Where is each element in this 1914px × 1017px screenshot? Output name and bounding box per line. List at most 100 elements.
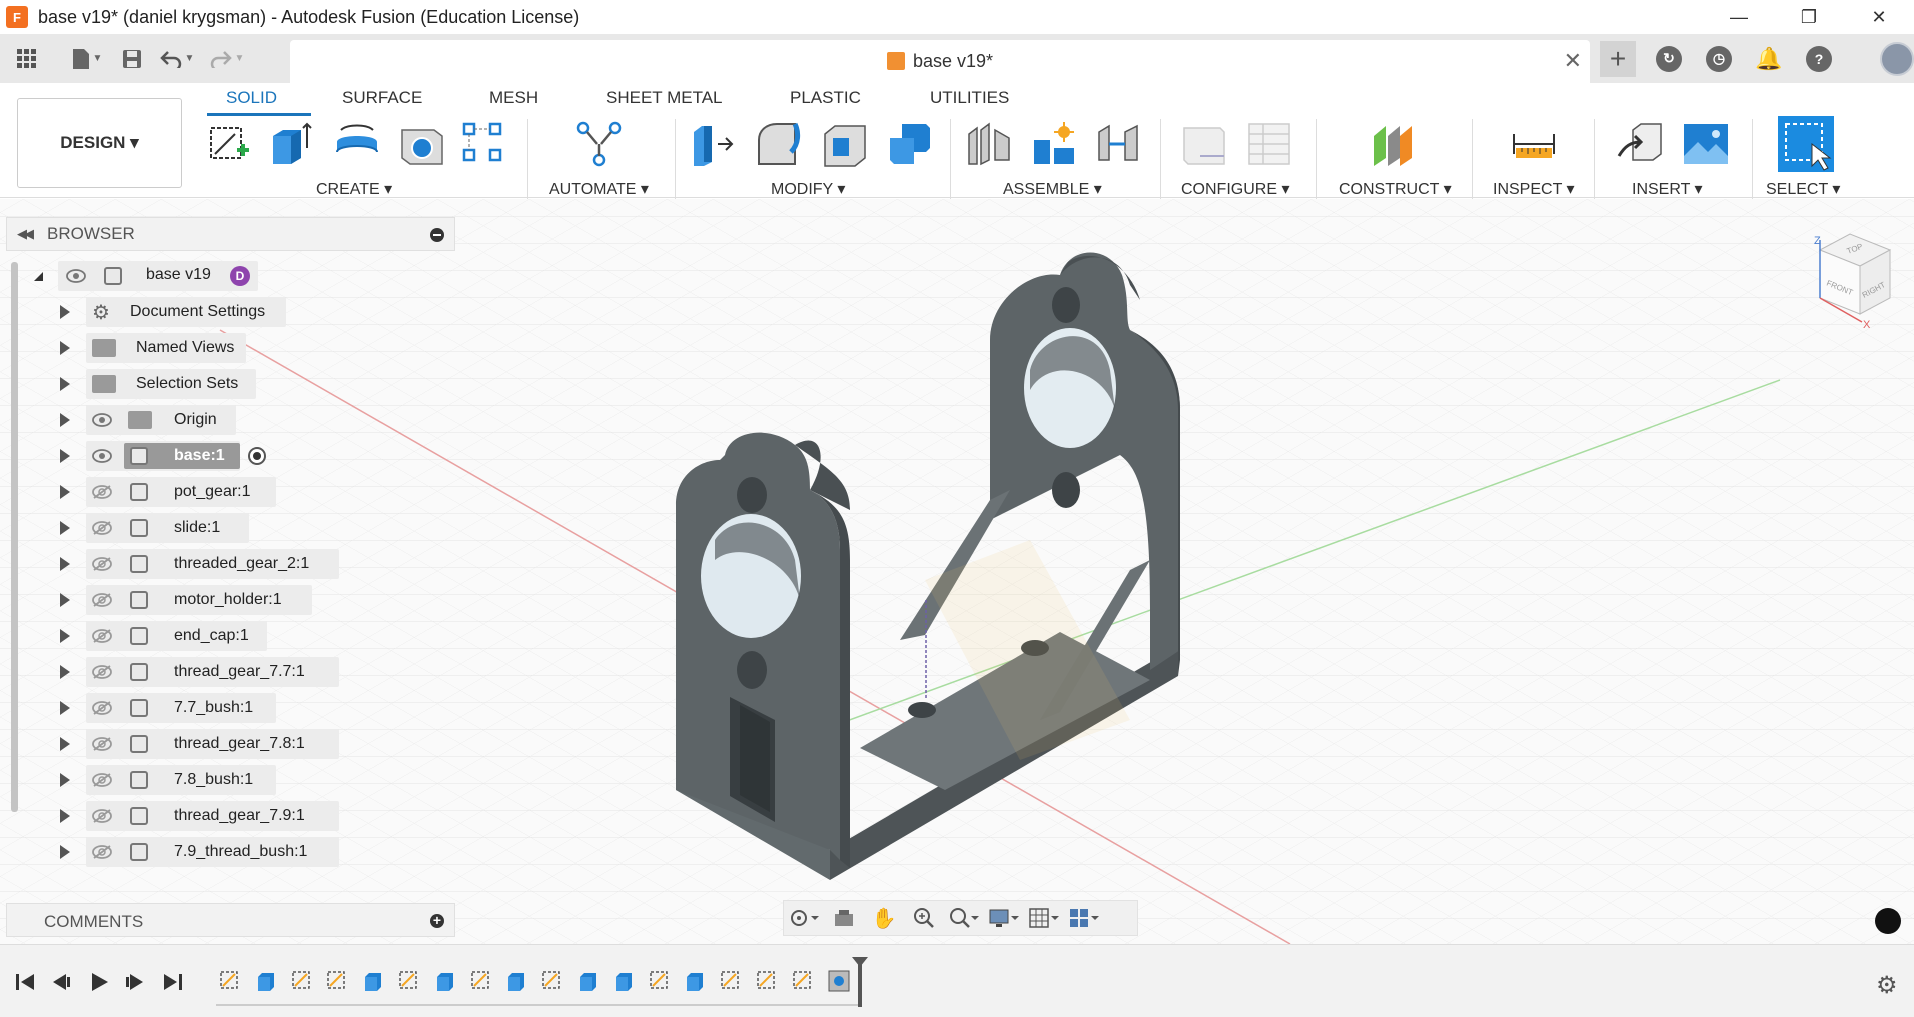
- expand-arrow-icon[interactable]: [60, 773, 70, 787]
- sketch-palette-icon[interactable]: [1875, 908, 1901, 934]
- notifications-bell-icon[interactable]: 🔔: [1755, 46, 1782, 72]
- press-pull-icon[interactable]: [690, 120, 738, 168]
- timeline-sketch-icon[interactable]: [648, 969, 672, 993]
- timeline-extrude-icon[interactable]: [612, 969, 636, 993]
- job-status-clock-icon[interactable]: ◷: [1706, 45, 1732, 72]
- timeline-extrude-icon[interactable]: [254, 969, 278, 993]
- browser-item[interactable]: 7.8_bush:1: [0, 764, 450, 796]
- expand-arrow-icon[interactable]: [60, 305, 70, 319]
- tab-sheet-metal[interactable]: SHEET METAL: [606, 88, 723, 108]
- extrude-icon[interactable]: [267, 120, 315, 168]
- expand-arrow-icon[interactable]: [60, 665, 70, 679]
- minimize-button[interactable]: —: [1704, 0, 1774, 34]
- tab-surface[interactable]: SURFACE: [342, 88, 422, 108]
- step-back-icon[interactable]: [50, 971, 72, 993]
- browser-item-document-settings[interactable]: ⚙ Document Settings: [0, 296, 450, 328]
- browser-item[interactable]: thread_gear_7.8:1: [0, 728, 450, 760]
- go-to-end-icon[interactable]: [162, 971, 184, 993]
- timeline-sketch-icon[interactable]: [469, 969, 493, 993]
- automate-menu[interactable]: AUTOMATE ▾: [549, 179, 649, 199]
- browser-panel-header[interactable]: ◀◀ BROWSER: [6, 217, 455, 251]
- extensions-icon[interactable]: ↻: [1656, 45, 1682, 72]
- hidden-eye-icon[interactable]: [92, 521, 112, 535]
- configure-table-icon[interactable]: [1180, 120, 1228, 168]
- hidden-eye-icon[interactable]: [92, 485, 112, 499]
- visibility-eye-icon[interactable]: [66, 269, 86, 283]
- visibility-eye-icon[interactable]: [92, 449, 112, 463]
- offset-plane-icon[interactable]: [1370, 120, 1418, 168]
- document-tab[interactable]: base v19* ✕: [290, 40, 1590, 83]
- look-at-icon[interactable]: [824, 900, 864, 936]
- go-to-start-icon[interactable]: [14, 971, 36, 993]
- timeline-component-icon[interactable]: [827, 969, 851, 993]
- help-icon[interactable]: ?: [1806, 45, 1832, 72]
- expand-arrow-icon[interactable]: [60, 377, 70, 391]
- browser-item[interactable]: thread_gear_7.7:1: [0, 656, 450, 688]
- expand-arrow-icon[interactable]: [60, 449, 70, 463]
- tab-utilities[interactable]: UTILITIES: [930, 88, 1009, 108]
- hidden-eye-icon[interactable]: [92, 665, 112, 679]
- timeline-extrude-icon[interactable]: [433, 969, 457, 993]
- timeline-sketch-icon[interactable]: [540, 969, 564, 993]
- expand-arrow-icon[interactable]: [60, 809, 70, 823]
- browser-item[interactable]: end_cap:1: [0, 620, 450, 652]
- expand-arrow-icon[interactable]: [60, 341, 70, 355]
- hidden-eye-icon[interactable]: [92, 809, 112, 823]
- file-menu-button[interactable]: ▼: [62, 34, 112, 83]
- orbit-icon[interactable]: [784, 900, 824, 936]
- browser-item[interactable]: thread_gear_7.9:1: [0, 800, 450, 832]
- pan-hand-icon[interactable]: ✋: [864, 900, 904, 936]
- workspace-switcher-button[interactable]: DESIGN ▾: [17, 98, 182, 188]
- timeline-extrude-icon[interactable]: [683, 969, 707, 993]
- configure-rows-icon[interactable]: [1245, 120, 1293, 168]
- tab-solid[interactable]: SOLID: [226, 88, 277, 108]
- expand-arrow-icon[interactable]: [60, 593, 70, 607]
- fillet-icon[interactable]: [755, 120, 803, 168]
- hidden-eye-icon[interactable]: [92, 557, 112, 571]
- expand-arrow-icon[interactable]: [60, 413, 70, 427]
- browser-item-origin[interactable]: Origin: [0, 404, 450, 436]
- timeline-sketch-icon[interactable]: [755, 969, 779, 993]
- expand-arrow-icon[interactable]: [60, 629, 70, 643]
- close-button[interactable]: ✕: [1844, 0, 1914, 34]
- combine-icon[interactable]: [886, 120, 934, 168]
- display-settings-icon[interactable]: [984, 900, 1024, 936]
- timeline-settings-gear-icon[interactable]: ⚙: [1876, 971, 1898, 1000]
- timeline-sketch-icon[interactable]: [218, 969, 242, 993]
- select-menu[interactable]: SELECT ▾: [1766, 179, 1840, 199]
- assemble-menu[interactable]: ASSEMBLE ▾: [1003, 179, 1102, 199]
- step-forward-icon[interactable]: [124, 971, 146, 993]
- expand-arrow-icon[interactable]: [60, 845, 70, 859]
- browser-item[interactable]: 7.7_bush:1: [0, 692, 450, 724]
- browser-root-row[interactable]: base v19 D: [0, 260, 450, 292]
- expand-arrow-icon[interactable]: [60, 521, 70, 535]
- browser-item-base-1[interactable]: base:1: [0, 440, 450, 472]
- insert-derive-icon[interactable]: [1617, 120, 1665, 168]
- shell-icon[interactable]: [398, 120, 446, 168]
- minimize-browser-icon[interactable]: [430, 228, 444, 242]
- inspect-menu[interactable]: INSPECT ▾: [1493, 179, 1575, 199]
- user-avatar[interactable]: [1880, 41, 1914, 76]
- browser-item-named-views[interactable]: Named Views: [0, 332, 450, 364]
- timeline-extrude-icon[interactable]: [504, 969, 528, 993]
- hidden-eye-icon[interactable]: [92, 629, 112, 643]
- hidden-eye-icon[interactable]: [92, 845, 112, 859]
- modify-menu[interactable]: MODIFY ▾: [771, 179, 845, 199]
- as-built-joint-icon[interactable]: [1095, 120, 1143, 168]
- timeline-sketch-icon[interactable]: [719, 969, 743, 993]
- new-component-icon[interactable]: [965, 120, 1013, 168]
- redo-button[interactable]: ▼: [202, 34, 252, 83]
- shell-modify-icon[interactable]: [821, 120, 869, 168]
- browser-item[interactable]: pot_gear:1: [0, 476, 450, 508]
- create-menu[interactable]: CREATE ▾: [316, 179, 392, 199]
- fit-zoom-window-icon[interactable]: [944, 900, 984, 936]
- play-icon[interactable]: [88, 971, 110, 993]
- tab-mesh[interactable]: MESH: [489, 88, 538, 108]
- browser-item-selection-sets[interactable]: Selection Sets: [0, 368, 450, 400]
- app-grid-icon[interactable]: [12, 34, 42, 83]
- viewports-icon[interactable]: [1064, 900, 1104, 936]
- browser-item[interactable]: slide:1: [0, 512, 450, 544]
- automate-icon[interactable]: [575, 120, 623, 168]
- timeline-extrude-icon[interactable]: [361, 969, 385, 993]
- hidden-eye-icon[interactable]: [92, 701, 112, 715]
